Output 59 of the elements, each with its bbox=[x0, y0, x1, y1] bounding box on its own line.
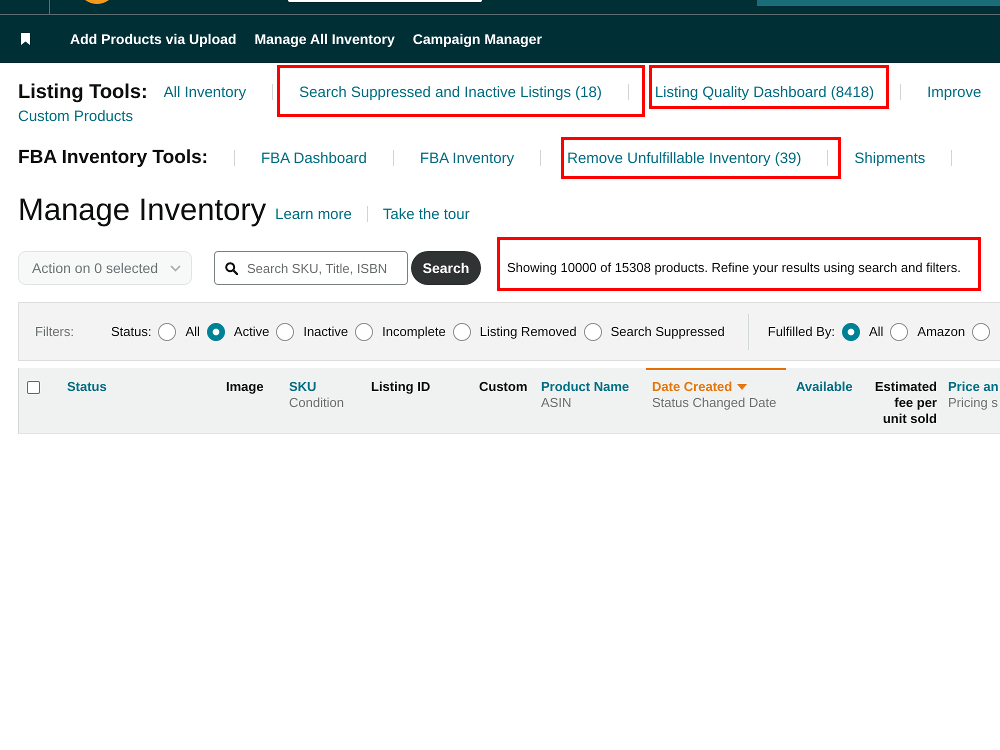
header-link[interactable]: Learn more bbox=[275, 206, 352, 222]
nav-link[interactable]: Manage All Inventory bbox=[254, 31, 395, 47]
radio-button[interactable] bbox=[158, 322, 176, 340]
chevron-down-icon bbox=[170, 264, 181, 272]
column-subheader: ASIN bbox=[541, 395, 572, 411]
result-message: Showing 10000 of 15308 products. Refine your results using search and filters. bbox=[507, 259, 961, 277]
search-field[interactable]: Search SKU, Title, ISBN bbox=[214, 251, 408, 285]
filter-label: Fulfilled By: bbox=[768, 324, 835, 339]
radio-label[interactable]: Listing Removed bbox=[480, 324, 577, 339]
filter-label: Status: bbox=[111, 324, 152, 339]
column-subheader: Pricing s bbox=[948, 395, 999, 411]
radio-button[interactable] bbox=[972, 322, 990, 340]
tool-link[interactable]: Custom Products bbox=[18, 108, 134, 124]
tool-link[interactable]: All Inventory bbox=[164, 84, 246, 100]
nav-link[interactable]: Campaign Manager bbox=[412, 31, 542, 47]
radio-button[interactable] bbox=[452, 322, 471, 340]
radio-label[interactable]: Incomplete bbox=[382, 324, 446, 339]
column-header[interactable]: Status bbox=[67, 379, 107, 395]
radio-button[interactable] bbox=[276, 322, 294, 340]
radio-button[interactable] bbox=[890, 322, 908, 340]
page-title: Manage Inventory bbox=[18, 192, 266, 228]
bookmark-icon[interactable] bbox=[21, 33, 30, 45]
tool-link[interactable]: Improve bbox=[927, 84, 982, 100]
radio-label[interactable]: All bbox=[185, 324, 200, 339]
column-header: Listing ID bbox=[371, 379, 430, 395]
header-link[interactable]: Take the tour bbox=[382, 206, 470, 222]
radio-button[interactable] bbox=[206, 322, 225, 340]
sort-caret-icon bbox=[737, 384, 748, 390]
tool-link[interactable]: Listing Quality Dashboard (8418) bbox=[654, 84, 874, 100]
section-title: FBA Inventory Tools: bbox=[18, 147, 208, 169]
column-subheader: Status Changed Date bbox=[652, 395, 778, 411]
radio-label[interactable]: Search Suppressed bbox=[610, 324, 725, 339]
tool-link[interactable]: FBA Dashboard bbox=[261, 150, 367, 166]
radio-label[interactable]: All bbox=[868, 324, 884, 339]
column-subheader: Condition bbox=[289, 395, 345, 411]
column-header[interactable]: SKU bbox=[289, 379, 316, 395]
column-header[interactable]: Product Name bbox=[541, 379, 630, 395]
column-header: Custom bbox=[479, 379, 528, 395]
search-icon bbox=[225, 262, 238, 275]
logo-icon bbox=[85, 0, 109, 4]
search-button[interactable]: Search bbox=[411, 251, 481, 285]
nav-link[interactable]: Add Products via Upload bbox=[70, 31, 236, 47]
filter-heading: Filters: bbox=[35, 324, 74, 339]
tool-link[interactable]: FBA Inventory bbox=[420, 150, 514, 166]
column-header: Image bbox=[226, 379, 264, 395]
tool-link[interactable]: Shipments bbox=[854, 150, 926, 166]
column-header: Estimated fee per unit sold bbox=[874, 379, 937, 427]
checkbox[interactable] bbox=[27, 380, 40, 394]
column-header[interactable]: Price an bbox=[948, 379, 999, 395]
tool-link[interactable]: Search Suppressed and Inactive Listings (18) bbox=[299, 84, 602, 100]
radio-button[interactable] bbox=[355, 322, 374, 340]
column-header[interactable]: Available bbox=[796, 379, 853, 395]
radio-label[interactable]: Inactive bbox=[303, 324, 348, 339]
radio-label[interactable]: Amazon bbox=[917, 324, 966, 339]
radio-button[interactable] bbox=[584, 322, 602, 340]
radio-button[interactable] bbox=[842, 322, 860, 340]
radio-label[interactable]: Active bbox=[234, 324, 270, 339]
tool-link[interactable]: Remove Unfulfillable Inventory (39) bbox=[567, 150, 802, 166]
section-title: Listing Tools: bbox=[18, 80, 148, 104]
